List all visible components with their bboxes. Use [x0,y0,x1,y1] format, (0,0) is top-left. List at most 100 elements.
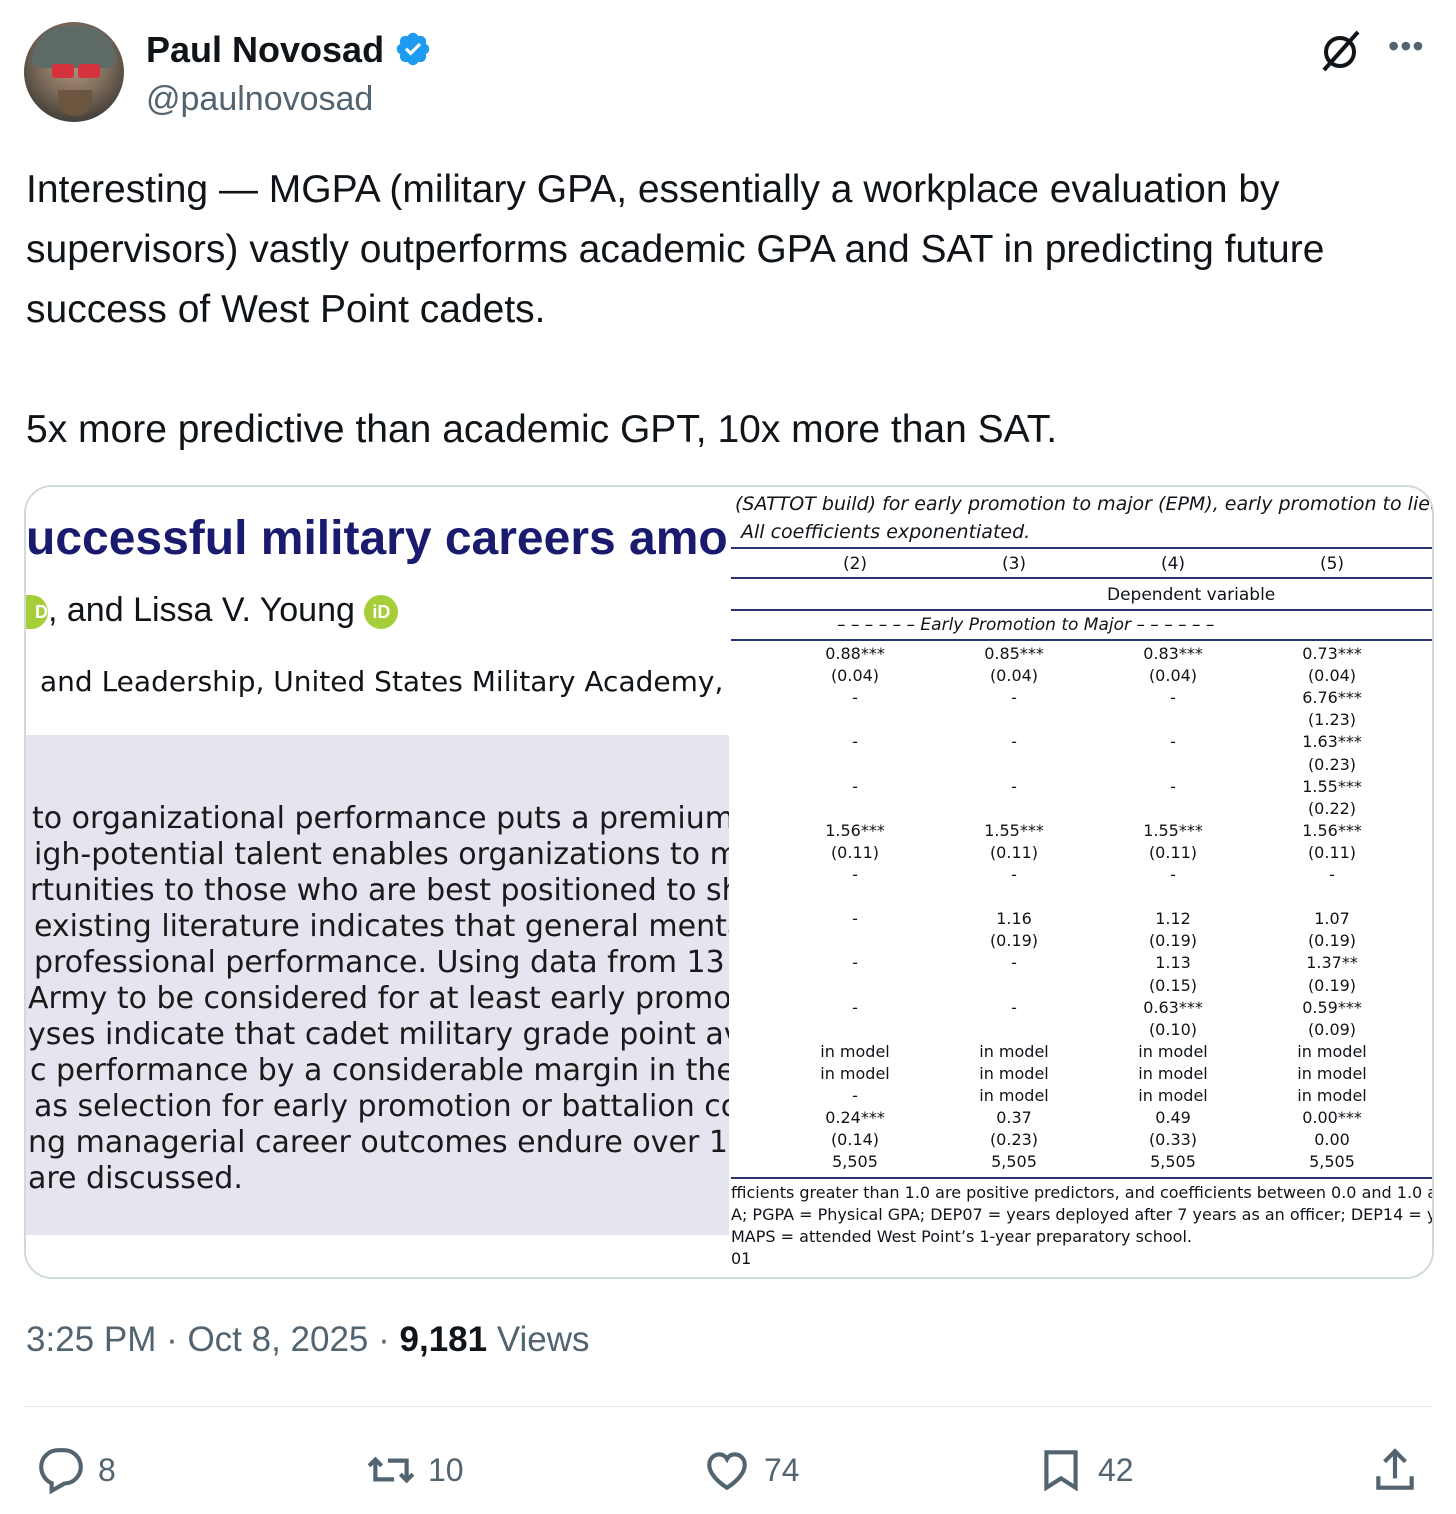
table-cell: 5,505 [991,1152,1037,1172]
table-cell: 1.13 [1155,953,1191,973]
table-cell: (0.22) [1307,798,1357,818]
table-cell: (0.23) [989,1130,1039,1150]
table-cell: - [1011,997,1017,1017]
table-cell: - [852,997,858,1017]
table-cell: (0.19) [1307,975,1357,995]
paper-affiliation: and Leadership, United States Military A… [40,665,729,698]
table-cell: 0.00 [1314,1130,1350,1150]
table-cell: 0.88*** [825,644,885,663]
repost-button[interactable]: 10 [366,1440,464,1500]
table-cell: - [852,776,858,796]
table-cell: (0.19) [989,931,1039,951]
table-cell: 1.55*** [984,820,1044,840]
share-button[interactable] [1370,1440,1432,1500]
table-cell: 1.37** [1306,953,1358,973]
table-cell: in model [1138,1063,1208,1083]
abstract-line: igh-potential talent enables organizatio… [34,837,729,872]
table-cell: 1.12 [1155,909,1191,929]
table-cell: 1.16 [996,909,1032,929]
column-header: (2) [842,554,868,574]
table-cell: 0.49 [1155,1108,1191,1128]
grok-icon[interactable] [1318,28,1364,74]
table-cell: - [1011,688,1017,708]
table-cell: - [852,732,858,752]
table-cell: 1.07 [1314,909,1350,929]
table-cell: in model [1297,1041,1367,1061]
table-cell: (0.04) [830,666,880,686]
table-cell: (0.04) [1148,666,1198,686]
more-icon[interactable]: ••• [1388,30,1432,64]
table-cell: 0.83*** [1143,644,1203,663]
table-note: A; PGPA = Physical GPA; DEP07 = years de… [731,1205,1432,1224]
abstract-line: yses indicate that cadet military grade … [28,1017,729,1052]
abstract-line: professional performance. Using data fro… [34,945,729,980]
table-cell: - [1170,776,1176,796]
table-cell: (0.23) [1307,754,1357,774]
table-cell: (0.11) [1307,842,1357,862]
table-cell: 0.37 [996,1108,1032,1128]
table-cell: in model [979,1041,1049,1061]
orcid-icon: D [26,595,48,630]
table-cell: (1.23) [1307,710,1357,730]
table-cell: 0.24*** [825,1108,885,1128]
table-cell: - [1011,865,1017,884]
table-cell: in model [1138,1086,1208,1105]
share-icon [1376,1448,1414,1490]
abstract-line: c performance by a considerable margin i… [30,1053,729,1088]
bookmark-count: 42 [1098,1451,1134,1488]
table-note: MAPS = attended West Point’s 1-year prep… [731,1227,1192,1246]
reply-button[interactable]: 8 [36,1440,116,1500]
paper-title: uccessful military careers among [26,512,729,565]
author-handle[interactable]: @paulnovosad [146,78,373,120]
table-cell: - [1170,732,1176,752]
verified-badge-icon [396,32,430,66]
table-cell: in model [820,1063,890,1083]
table-cell: 5,505 [1309,1152,1355,1172]
regression-table: (SATTOT build) for early promotion to ma… [729,487,1432,1277]
repost-icon [367,1456,415,1484]
table-cell: in model [1297,1063,1367,1083]
table-cell: (0.15) [1148,975,1198,995]
repost-count: 10 [428,1451,464,1488]
table-cell: (0.04) [1307,666,1357,686]
table-cell: in model [1297,1086,1367,1105]
column-header: (5) [1319,554,1345,574]
section-label: – – – – – – Early Promotion to Major – –… [837,615,1215,635]
table-cell: (0.09) [1307,1019,1357,1039]
avatar[interactable] [24,22,124,122]
table-cell: - [1170,688,1176,708]
abstract-line: existing literature indicates that gener… [34,909,729,944]
table-cell: in model [820,1041,890,1061]
table-cell: (0.19) [1307,931,1357,951]
table-cell: - [852,1086,858,1105]
author-name[interactable]: Paul Novosad [146,28,384,72]
table-cell: 0.85*** [984,644,1044,663]
table-caption-2: All coefficients exponentiated. [741,521,1031,543]
reply-icon [39,1448,83,1495]
table-cell: 0.63*** [1143,997,1203,1017]
table-cell: in model [979,1086,1049,1105]
table-cell: - [1170,865,1176,884]
view-count: 9,181 [399,1320,488,1359]
table-cell: 0.59*** [1302,997,1362,1017]
reply-count: 8 [98,1451,116,1488]
table-cell: (0.19) [1148,931,1198,951]
media-card[interactable]: uccessful military careers among D, and … [24,485,1434,1279]
abstract-line: as selection for early promotion or batt… [34,1089,729,1124]
table-note: fficients greater than 1.0 are positive … [731,1183,1432,1202]
paper-abstract: to organizational performance puts a pre… [26,735,729,1235]
orcid-icon: iD [364,595,399,630]
like-icon [707,1452,747,1491]
abstract-line: Army to be considered for at least early… [28,981,729,1016]
table-cell: 1.55*** [1302,776,1362,796]
tweet-timestamp[interactable]: 3:25 PM · Oct 8, 2025 · 9,181 Views [26,1320,590,1360]
like-button[interactable]: 74 [702,1440,800,1500]
table-cell: 5,505 [832,1152,878,1172]
table-cell: 6.76*** [1302,688,1362,708]
column-header: (3) [1001,554,1027,574]
abstract-line: to organizational performance puts a pre… [32,801,729,836]
bookmark-button[interactable]: 42 [1036,1440,1134,1500]
table-cell: - [852,865,858,884]
column-header: (4) [1160,554,1186,574]
abstract-line: ng managerial career outcomes endure ove… [28,1125,729,1160]
